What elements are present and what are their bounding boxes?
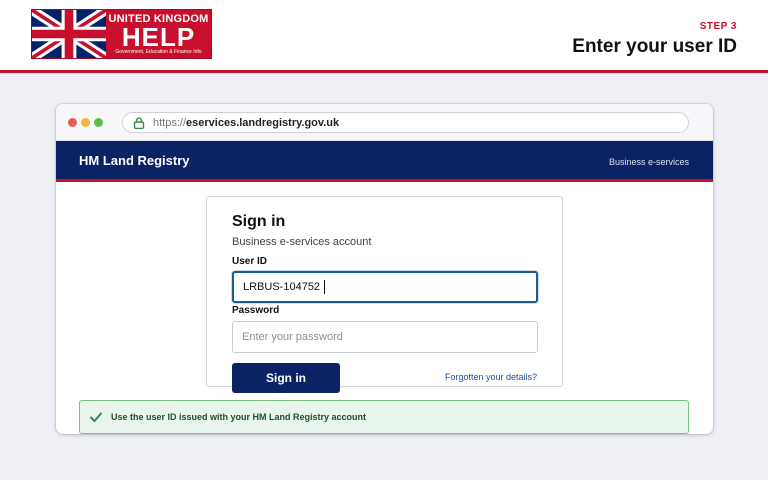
password-label: Password xyxy=(232,305,280,316)
url-protocol: https:// xyxy=(153,116,187,129)
header-divider xyxy=(0,70,768,73)
maximize-window-dot-icon[interactable] xyxy=(94,118,103,127)
site-name[interactable]: HM Land Registry xyxy=(79,153,190,168)
uk-help-logo[interactable]: UNITED KINGDOM HELP Government, Educatio… xyxy=(31,9,212,59)
address-bar[interactable]: https://eservices.landregistry.gov.uk xyxy=(122,112,689,133)
user-id-label: User ID xyxy=(232,256,268,267)
checkmark-icon xyxy=(90,412,102,422)
signin-card: Sign in Business e-services account User… xyxy=(206,196,563,393)
browser-window: https://eservices.landregistry.gov.uk HM… xyxy=(56,104,713,434)
site-banner-divider xyxy=(56,179,713,182)
site-service-label: Business e-services xyxy=(608,157,689,167)
url-host: eservices.landregistry.gov.uk xyxy=(186,116,340,129)
signin-title: Sign in xyxy=(232,213,286,230)
page-header: UNITED KINGDOM HELP Government, Educatio… xyxy=(0,0,768,70)
user-id-input[interactable]: LRBUS-104752 xyxy=(232,271,538,303)
signin-button[interactable]: Sign in xyxy=(232,363,340,393)
step-label: STEP 3 xyxy=(699,21,737,32)
forgotten-details-link[interactable]: Forgotten your details? xyxy=(445,372,537,382)
password-placeholder: Enter your password xyxy=(242,331,343,343)
browser-toolbar: https://eservices.landregistry.gov.uk xyxy=(56,104,713,141)
signin-subtitle: Business e-services account xyxy=(232,236,372,248)
user-id-value: LRBUS-104752 xyxy=(243,281,321,293)
text-caret xyxy=(324,280,326,294)
logo-line-3: Government, Education & Finance Info xyxy=(115,48,202,55)
info-hint-banner: Use the user ID issued with your HM Land… xyxy=(79,400,689,434)
union-jack-flag-icon xyxy=(32,10,106,58)
step-title: Enter your user ID xyxy=(572,36,737,57)
logo-wordmark: UNITED KINGDOM HELP Government, Educatio… xyxy=(106,10,211,58)
logo-line-2: HELP xyxy=(121,21,196,52)
hint-text: Use the user ID issued with your HM Land… xyxy=(111,412,367,422)
url-text: https://eservices.landregistry.gov.uk xyxy=(153,117,339,129)
lock-icon xyxy=(133,116,145,129)
close-window-dot-icon[interactable] xyxy=(68,118,77,127)
minimize-window-dot-icon[interactable] xyxy=(81,118,90,127)
password-input[interactable]: Enter your password xyxy=(232,321,538,353)
